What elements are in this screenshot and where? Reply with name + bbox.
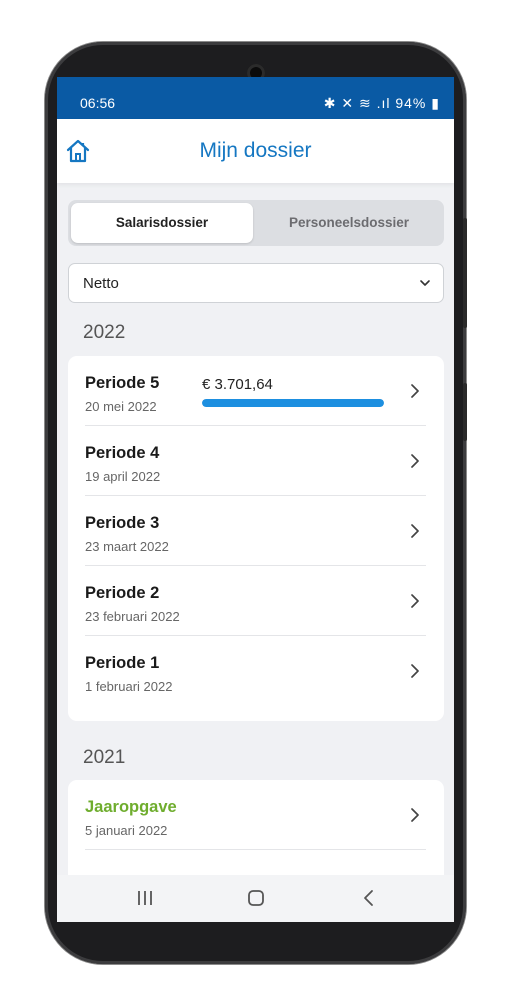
tab-salarisdossier[interactable]: Salarisdossier [71,203,253,243]
chevron-right-icon [411,384,419,398]
period-title: Periode 2 [85,584,160,602]
divider [85,849,426,850]
bluetooth-icon: ✱ [323,95,337,111]
back-icon[interactable] [354,887,384,909]
app-bar: Mijn dossier [57,119,454,183]
page-title: Mijn dossier [199,139,312,162]
period-row[interactable]: Periode 3 23 maart 2022 [68,496,444,566]
amount-progress-bar [202,399,384,407]
status-icons: ✱ ✕ ≋ .ıl 94% ▮ [324,95,440,112]
chevron-down-icon [420,280,430,286]
period-list-card: Periode 5 20 mei 2022 € 3.701,64 Periode… [68,356,444,721]
period-date: 23 maart 2022 [85,539,169,554]
year-heading: 2022 [83,322,126,343]
annual-statement-row[interactable]: Jaaropgave 5 januari 2022 [68,780,444,850]
battery-percent: 94% [395,95,427,111]
chevron-right-icon [411,664,419,678]
chevron-right-icon [411,454,419,468]
period-title: Periode 1 [85,654,160,672]
signal-icon: .ıl [376,95,391,111]
volume-button [463,218,467,328]
period-row[interactable]: Periode 1 1 februari 2022 [68,636,444,706]
period-date: 1 februari 2022 [85,679,173,694]
period-date: 23 februari 2022 [85,609,180,624]
salary-type-select[interactable]: Netto [68,263,444,303]
home-nav-icon[interactable] [241,887,271,909]
tab-personeelsdossier[interactable]: Personeelsdossier [256,203,442,243]
chevron-right-icon [411,594,419,608]
period-title: Periode 4 [85,444,160,462]
annual-list-card: Jaaropgave 5 januari 2022 [68,780,444,890]
annual-statement-date: 5 januari 2022 [85,823,168,838]
android-nav-bar [57,875,454,922]
period-date: 20 mei 2022 [85,399,157,414]
battery-icon: ▮ [431,95,440,111]
mute-icon: ✕ [341,95,355,111]
power-button [463,383,467,441]
wifi-icon: ≋ [358,95,372,111]
status-bar: 06:56 ✱ ✕ ≋ .ıl 94% ▮ [57,77,454,119]
period-title: Periode 5 [85,374,160,392]
year-heading: 2021 [83,747,126,768]
period-row[interactable]: Periode 2 23 februari 2022 [68,566,444,636]
period-row[interactable]: Periode 4 19 april 2022 [68,426,444,496]
chevron-right-icon [411,808,419,822]
annual-statement-title: Jaaropgave [85,798,177,816]
select-value: Netto [83,275,119,292]
recents-icon[interactable] [130,887,160,909]
period-row[interactable]: Periode 5 20 mei 2022 € 3.701,64 [68,356,444,426]
period-amount: € 3.701,64 [202,376,273,393]
screen: 06:56 ✱ ✕ ≋ .ıl 94% ▮ Mijn dossier Salar… [57,77,454,922]
chevron-right-icon [411,524,419,538]
period-date: 19 april 2022 [85,469,161,484]
dossier-tabs: Salarisdossier Personeelsdossier [68,200,444,246]
status-time: 06:56 [80,95,116,111]
progress-fill [202,399,384,407]
period-title: Periode 3 [85,514,160,532]
